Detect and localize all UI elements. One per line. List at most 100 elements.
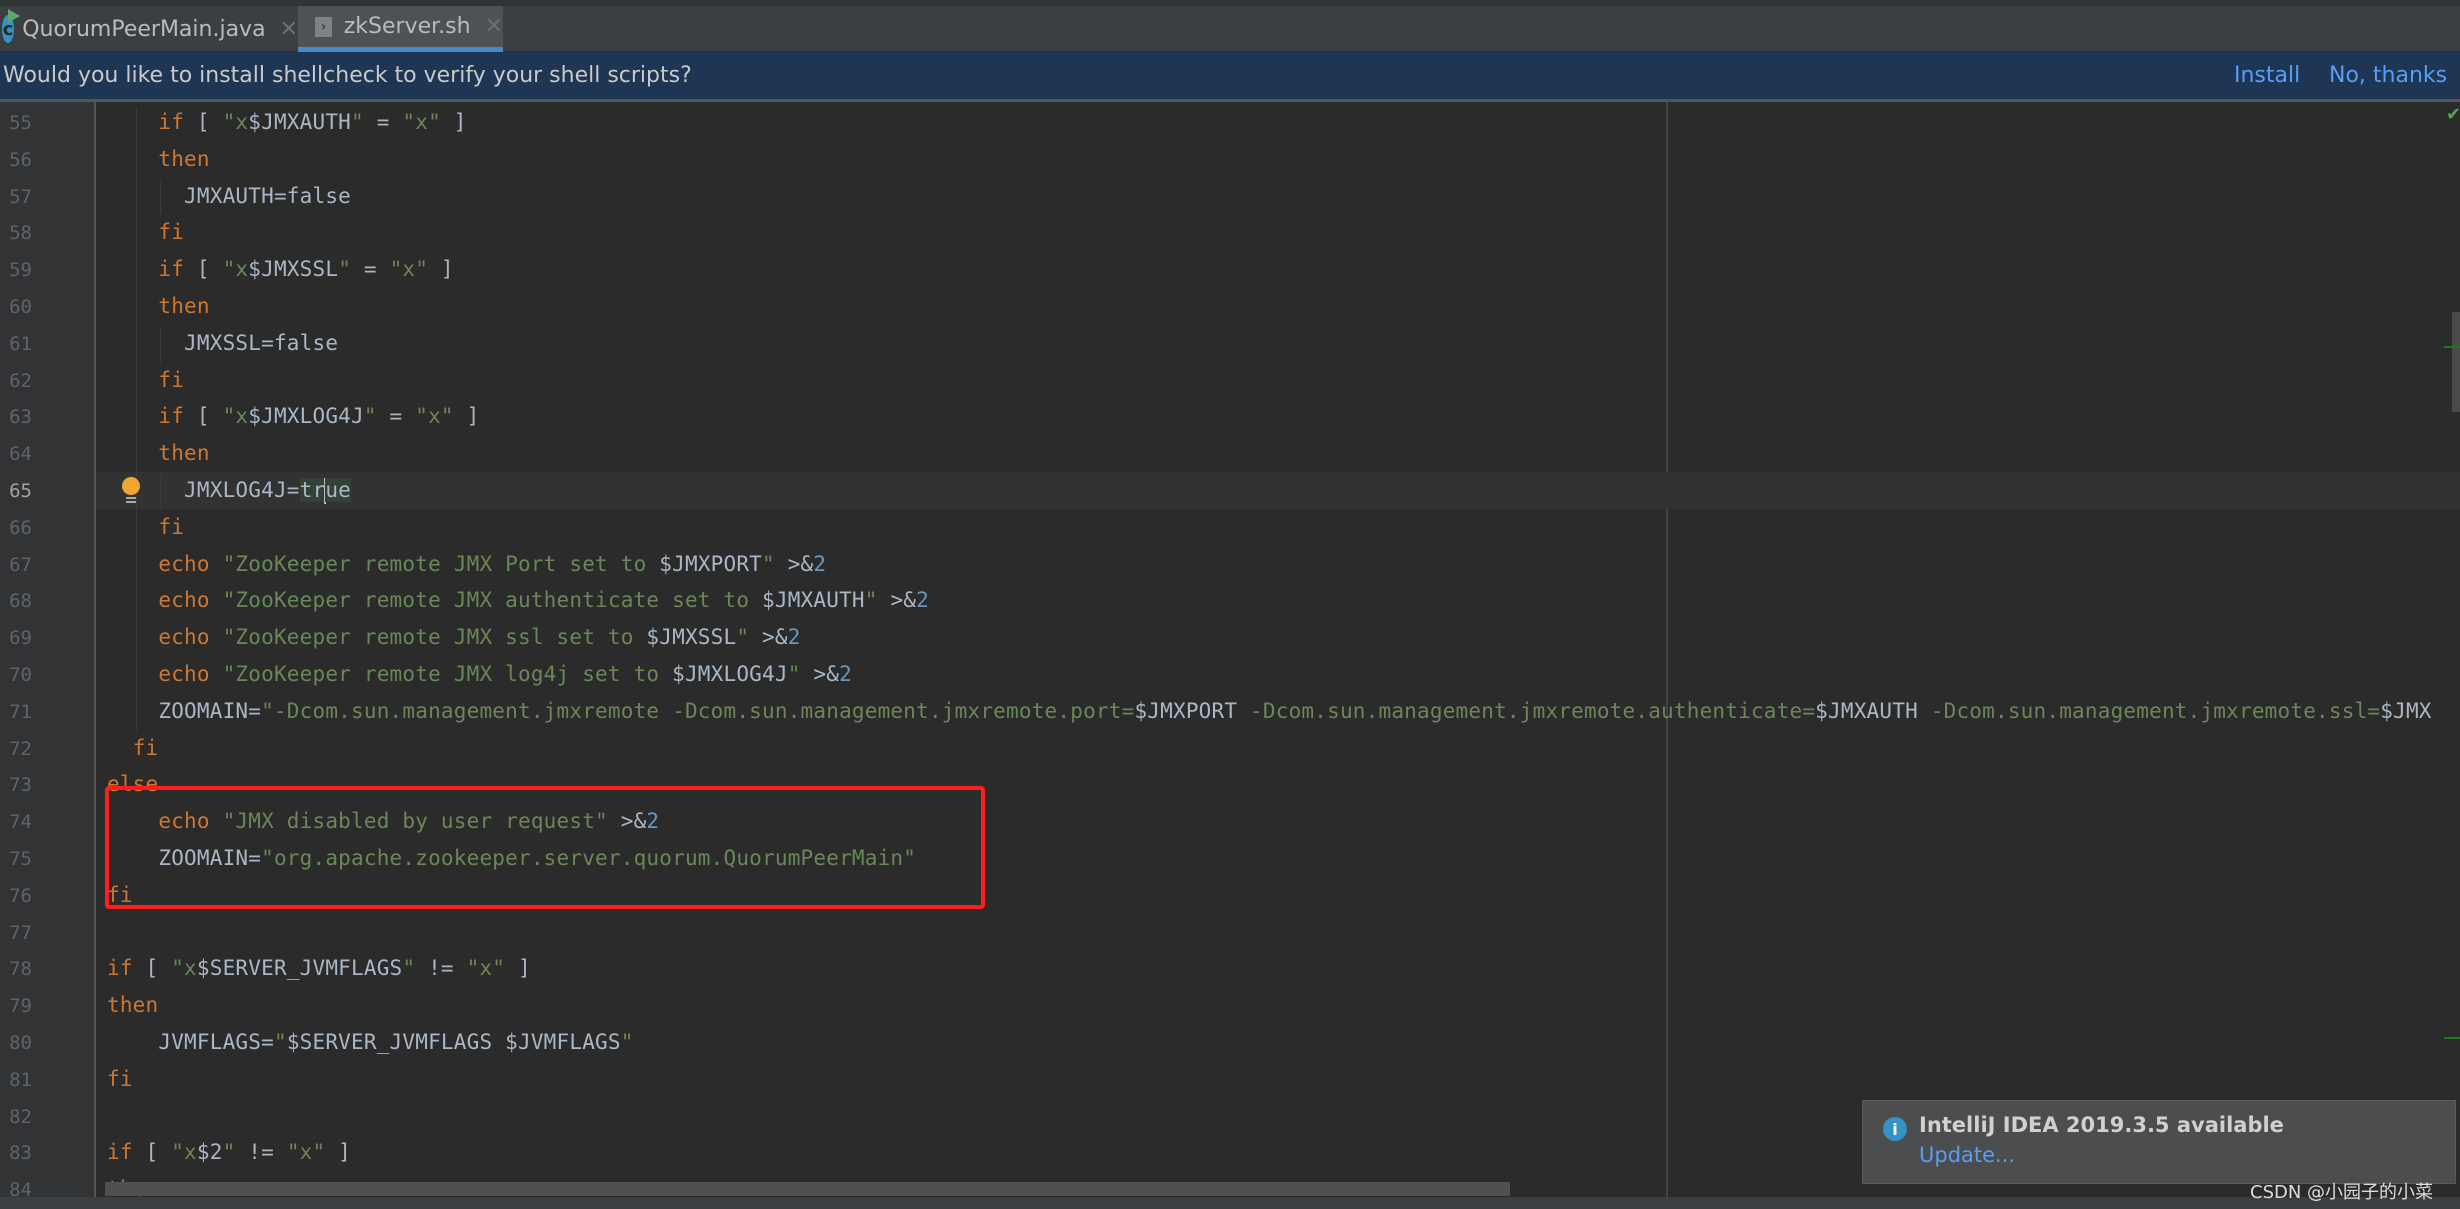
token-kw: echo: [158, 662, 210, 686]
token-str: "x: [171, 1140, 197, 1165]
install-link[interactable]: Install: [2234, 63, 2300, 88]
token-str: ": [402, 956, 416, 981]
code-line[interactable]: if [ "x$JMXLOG4J" = "x" ]: [107, 398, 479, 435]
horizontal-scrollbar-track[interactable]: [0, 1197, 2460, 1209]
line-number: 59: [9, 259, 32, 282]
line-number: 68: [9, 590, 32, 613]
code-line[interactable]: echo "ZooKeeper remote JMX authenticate …: [107, 582, 929, 619]
token: ]: [505, 956, 531, 981]
token-num: 2: [813, 551, 827, 576]
line-number: 60: [9, 296, 32, 318]
horizontal-scrollbar-thumb[interactable]: [105, 1182, 1510, 1196]
token: >&: [774, 551, 814, 576]
tab-quorumpeermain-java[interactable]: c QuorumPeerMain.java ✕: [0, 6, 298, 52]
change-marker: [2444, 1037, 2460, 1039]
lightbulb-intention-icon[interactable]: [122, 477, 140, 503]
close-icon[interactable]: ✕: [280, 17, 298, 42]
code-line[interactable]: then: [107, 435, 210, 472]
line-number-gutter[interactable]: 55 56 57 58 59 60 61 62 63 64 65 66 67 68 69 70 71 72 73 74…: [0, 102, 96, 1209]
code-line[interactable]: if [ "x$JMXSSL" = "x" ]: [107, 251, 454, 288]
token-kw: if: [158, 404, 185, 429]
indent-guide: [136, 108, 137, 730]
line-number: 83: [9, 1142, 32, 1165]
line-number: 80: [9, 1032, 32, 1054]
line-number: 81: [9, 1068, 32, 1091]
code-line[interactable]: if [ "x$2" != "x" ]: [107, 1134, 351, 1171]
token-str: ": [222, 1140, 236, 1165]
line-number: 77: [9, 921, 32, 944]
line-number: 73: [9, 774, 32, 797]
tab-label: zkServer.sh: [343, 14, 471, 39]
line-number: 66: [9, 516, 32, 539]
token: =: [376, 404, 416, 429]
code-line[interactable]: fi: [107, 730, 158, 767]
update-link[interactable]: Update...: [1919, 1143, 2015, 1167]
line-number: 79: [9, 995, 32, 1018]
line-number: 62: [9, 369, 32, 392]
code-line[interactable]: if [ "x$JMXAUTH" = "x" ]: [107, 104, 467, 141]
code-line[interactable]: then: [107, 288, 210, 325]
code-line[interactable]: fi: [107, 362, 184, 399]
vertical-scrollbar-thumb[interactable]: [2452, 312, 2460, 412]
token-str: ": [736, 625, 750, 650]
tab-zkserver-sh[interactable]: › zkServer.sh ✕: [298, 6, 503, 52]
annotation-highlight-box: [105, 786, 985, 909]
shellcheck-banner: Would you like to install shellcheck to …: [0, 52, 2460, 102]
indent-guide: [160, 181, 161, 215]
code-line[interactable]: echo "ZooKeeper remote JMX log4j set to …: [107, 656, 852, 693]
token: !=: [235, 1140, 287, 1165]
token-str: ": [864, 588, 878, 613]
line-number: 65: [9, 480, 32, 502]
token-str: "-Dcom.sun.management.jmxremote -Dcom.su…: [261, 698, 1135, 723]
token-hl: tr: [299, 478, 326, 502]
token-str: "x: [171, 956, 197, 981]
token-var: $JMXAUTH: [1815, 698, 1918, 723]
token-str: "ZooKeeper remote JMX Port set to: [222, 551, 660, 576]
code-line[interactable]: JMXSSL=false: [107, 325, 338, 362]
code-line[interactable]: fi: [107, 214, 184, 251]
code-line[interactable]: ZOOMAIN="-Dcom.sun.management.jmxremote …: [107, 693, 2432, 730]
code-line[interactable]: fi: [107, 509, 184, 546]
token-str: -Dcom.sun.management.jmxremote.ssl=: [1917, 698, 2381, 723]
line-number: 55: [9, 112, 32, 134]
token-num: 2: [916, 588, 929, 613]
code-line[interactable]: then: [107, 141, 210, 178]
line-number: 76: [9, 884, 32, 907]
token: [: [184, 257, 223, 282]
code-editor[interactable]: if [ "x$JMXAUTH" = "x" ] then JMXAUTH=fa…: [96, 102, 2460, 1209]
token-kw: fi: [158, 514, 185, 539]
no-thanks-link[interactable]: No, thanks: [2329, 63, 2447, 88]
token: !=: [415, 956, 467, 981]
token-kw: fi: [158, 220, 185, 245]
close-icon[interactable]: ✕: [485, 14, 503, 39]
token-str: "ZooKeeper remote JMX authenticate set t…: [222, 588, 763, 613]
code-line[interactable]: JMXAUTH=false: [107, 178, 351, 215]
code-line[interactable]: fi: [107, 1061, 133, 1098]
code-line[interactable]: then: [107, 987, 158, 1024]
code-line[interactable]: if [ "x$SERVER_JVMFLAGS" != "x" ]: [107, 950, 531, 987]
code-line[interactable]: echo "ZooKeeper remote JMX ssl set to $J…: [107, 619, 801, 656]
token-var: $SERVER_JVMFLAGS: [196, 956, 403, 981]
token-str: -Dcom.sun.management.jmxremote.authentic…: [1237, 698, 1816, 723]
token-str: "x: [222, 110, 249, 134]
token-str: ": [338, 257, 352, 282]
token-var: $JMXLOG4J: [248, 404, 364, 429]
token-str: "x": [415, 404, 454, 429]
token-str: "x": [389, 257, 429, 282]
code-line[interactable]: JVMFLAGS="$SERVER_JVMFLAGS $JVMFLAGS": [107, 1024, 634, 1061]
line-number: 71: [9, 700, 32, 723]
code-line[interactable]: echo "ZooKeeper remote JMX Port set to $…: [107, 546, 826, 583]
token: >&: [877, 588, 917, 613]
token: JMXSSL=false: [107, 330, 339, 355]
code-line[interactable]: JMXLOG4J=true: [107, 472, 352, 509]
token-var: $JMXAUTH: [248, 110, 352, 134]
token: >&: [749, 625, 788, 650]
line-number: 82: [9, 1105, 32, 1128]
